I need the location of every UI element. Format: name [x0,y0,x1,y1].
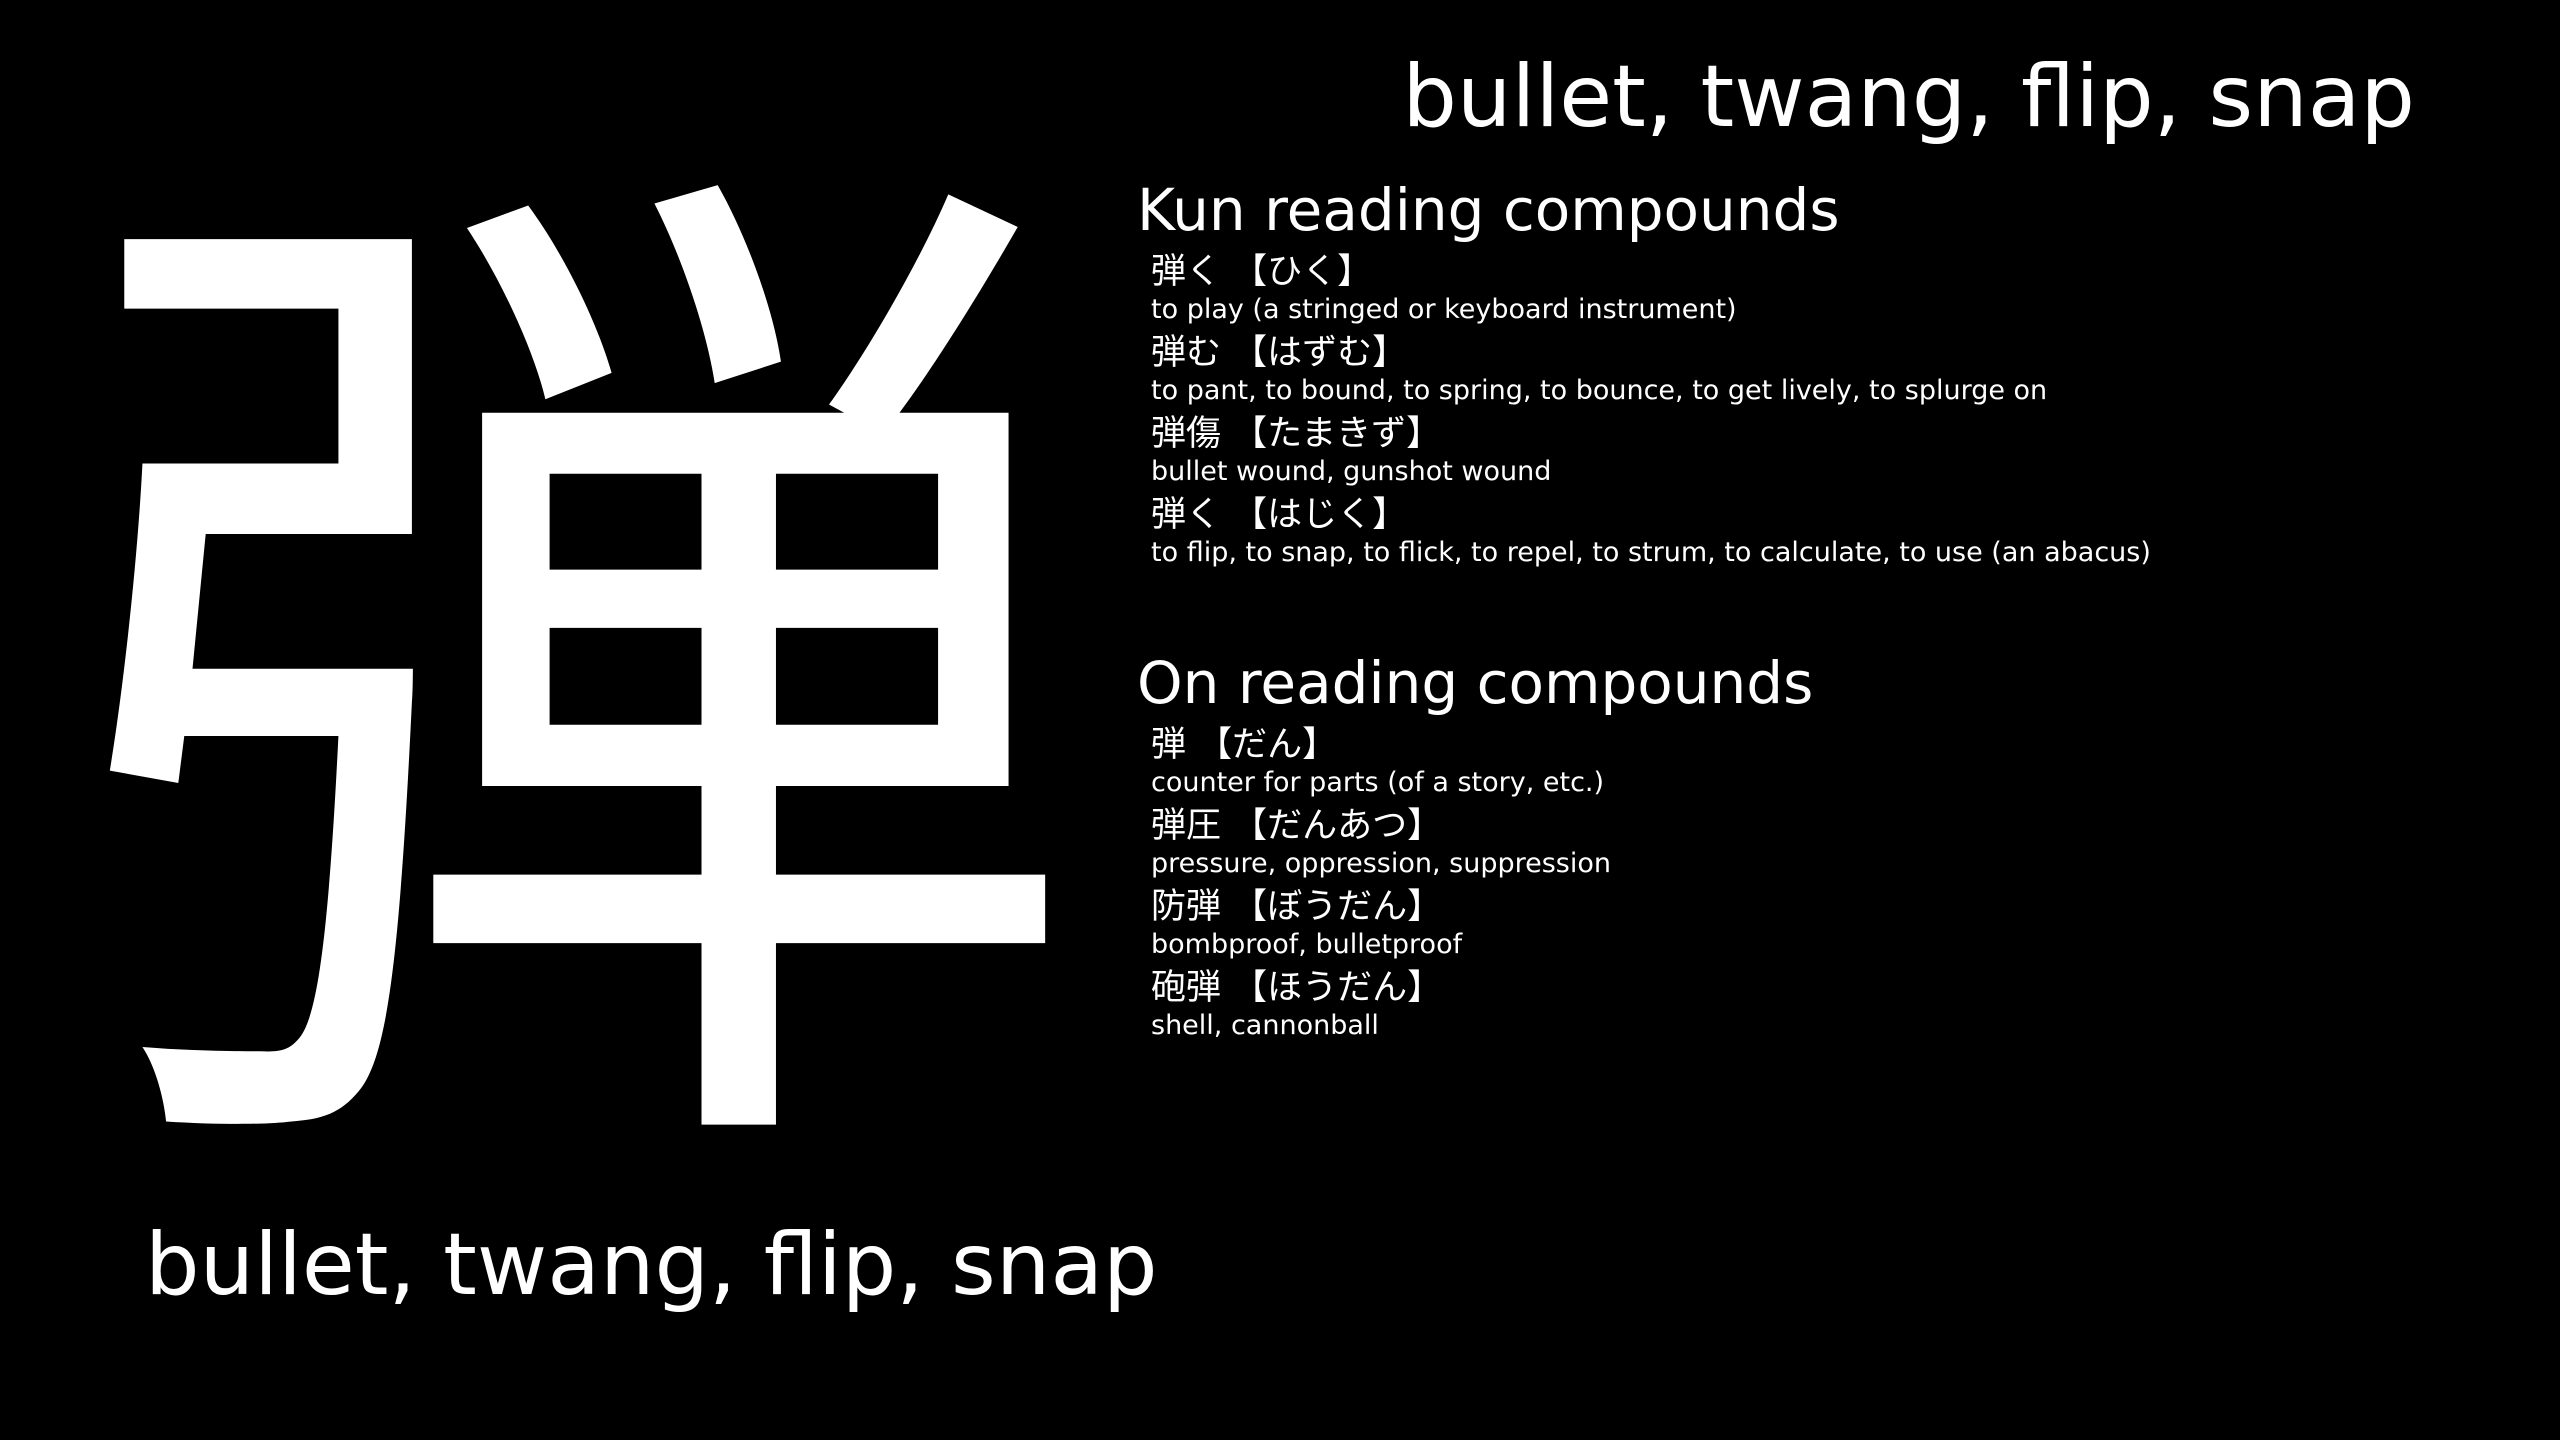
on-entry-definition: shell, cannonball [1151,1010,1379,1041]
kun-reading-section: Kun reading compounds 弾く 【ひく】 to play (a… [1137,172,2517,574]
on-entry-word: 砲弾 【ほうだん】 [1151,968,1443,1008]
on-entry-word: 弾圧 【だんあつ】 [1151,806,1443,846]
on-entry: 防弾 【ぼうだん】 bombproof, bulletproof [1151,885,2517,966]
on-entry-definition: counter for parts (of a story, etc.) [1151,767,1605,798]
meaning-bottom: bullet, twang, flip, snap [145,1215,1158,1315]
kun-entry-definition: to pant, to bound, to spring, to bounce,… [1151,375,2048,406]
kun-entry-word: 弾傷 【たまきず】 [1151,414,1442,454]
main-kanji: 弾 [65,150,1085,1230]
kun-entry: 弾傷 【たまきず】 bullet wound, gunshot wound [1151,412,2517,493]
meaning-top: bullet, twang, flip, snap [1402,47,2415,147]
kun-entry-word: 弾む 【はずむ】 [1151,333,1408,373]
on-entry-word: 防弾 【ぼうだん】 [1151,887,1443,927]
on-entry: 弾圧 【だんあつ】 pressure, oppression, suppress… [1151,804,2517,885]
kun-entry: 弾む 【はずむ】 to pant, to bound, to spring, t… [1151,331,2517,412]
on-section-title: On reading compounds [1137,649,1814,717]
kun-entry-definition: bullet wound, gunshot wound [1151,456,1552,487]
kun-entry-word: 弾く 【ひく】 [1151,252,1373,292]
on-entry-definition: bombproof, bulletproof [1151,929,1463,960]
on-entry: 砲弾 【ほうだん】 shell, cannonball [1151,966,2517,1047]
kun-entry-word: 弾く 【はじく】 [1151,495,1408,535]
kun-entry-definition: to play (a stringed or keyboard instrume… [1151,294,1737,325]
kun-section-title: Kun reading compounds [1137,176,1840,244]
on-entry-definition: pressure, oppression, suppression [1151,848,1611,879]
on-entry: 弾 【だん】 counter for parts (of a story, et… [1151,723,2517,804]
kun-entry-definition: to flip, to snap, to flick, to repel, to… [1151,537,2151,568]
kun-entry: 弾く 【ひく】 to play (a stringed or keyboard … [1151,250,2517,331]
on-reading-section: On reading compounds 弾 【だん】 counter for … [1137,645,2517,1047]
on-entry-word: 弾 【だん】 [1151,725,1338,765]
kun-entry: 弾く 【はじく】 to flip, to snap, to flick, to … [1151,493,2517,574]
